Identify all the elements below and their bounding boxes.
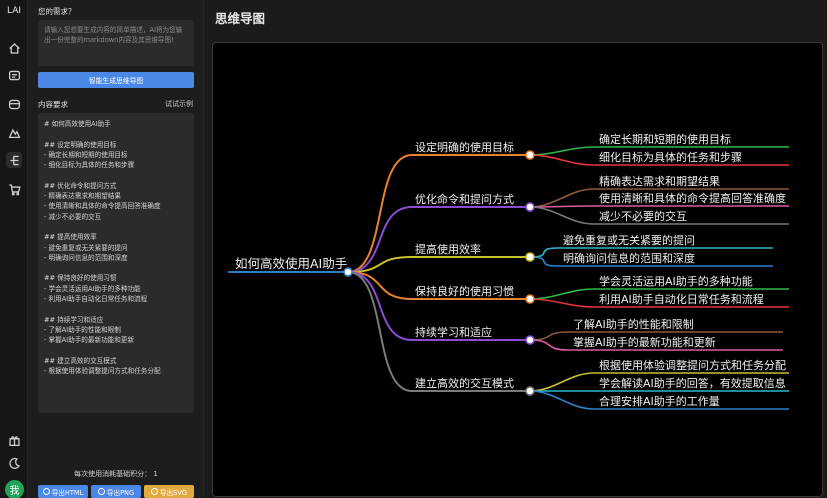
child-link [529, 298, 595, 308]
export-html-button[interactable]: 导出HTML [38, 485, 88, 498]
markdown-line: ## 提高使用效率 [44, 233, 97, 242]
markdown-line: - 掌握AI助手的最新功能和更新 [44, 336, 135, 345]
child-link [529, 205, 595, 208]
leaf-node: 合理安排AI助手的工作量 [599, 394, 720, 408]
gift-icon[interactable] [6, 432, 22, 448]
download-icon [97, 488, 105, 495]
markdown-line: ## 建立高效的交互模式 [44, 356, 117, 365]
markdown-line: - 明确询问信息的范围和深度 [44, 253, 128, 262]
branch-node: 持续学习和适应 [415, 325, 492, 339]
leaf-node: 避免重复或无关紧要的提问 [563, 233, 695, 247]
avatar[interactable]: 我 [5, 480, 24, 498]
leaf-node: 确定长期和短期的使用目标 [599, 132, 731, 146]
markdown-line: - 根据使用体验调整提问方式和任务分配 [44, 367, 161, 376]
mindmap-svg[interactable]: 如何高效使用AI助手 设定明确的使用目标 确定长期和短期的使用目标细化目标为具体的任… [213, 43, 823, 497]
leaf-node: 学会解读AI助手的回答，有效提取信息 [599, 376, 786, 390]
download-icon [42, 488, 50, 495]
child-link [529, 288, 595, 300]
page-title: 思维导图 [215, 11, 266, 26]
chat-icon[interactable] [6, 67, 22, 83]
leaf-node: 学会灵活运用AI助手的多种功能 [599, 274, 753, 288]
branch-node-dot [525, 202, 535, 212]
markdown-line: - 减少不必要的交互 [44, 212, 102, 221]
branch-node-dot [525, 252, 535, 262]
cost-text: 每次使用消耗基础积分： 1 [74, 470, 158, 478]
markdown-line [44, 222, 188, 232]
child-link [529, 372, 595, 392]
leaf-node: 减少不必要的交互 [599, 209, 687, 223]
mindmap-icon[interactable] [6, 152, 22, 168]
markdown-line: - 利用AI助手自动化日常任务和流程 [44, 295, 148, 304]
leaf-node: 了解AI助手的性能和限制 [573, 317, 694, 331]
export-png-button[interactable]: 导出PNG [91, 485, 141, 498]
cart-icon[interactable] [6, 181, 22, 197]
export-svg-label: 导出SVG [160, 488, 187, 497]
export-svg-button[interactable]: 导出SVG [144, 485, 194, 498]
leaf-node: 掌握AI助手的最新功能和更新 [573, 335, 716, 349]
branch-node: 优化命令和提问方式 [415, 192, 514, 206]
child-link [529, 390, 595, 410]
requirement-input[interactable]: 请输入您想要生成内容的简单描述，AI将为您输出一份完整的markdown内容及其… [38, 20, 194, 66]
input-panel: 您的需求？ 请输入您想要生成内容的简单描述，AI将为您输出一份完整的markdo… [28, 0, 204, 498]
branch-node: 设定明确的使用目标 [415, 140, 514, 154]
child-link [529, 206, 595, 225]
leaf-node: 根据使用体验调整提问方式和任务分配 [599, 358, 786, 372]
child-link [529, 146, 595, 156]
leaf-node: 利用AI助手自动化日常任务和流程 [599, 292, 764, 306]
markdown-line: - 了解AI助手的性能和限制 [44, 325, 121, 334]
markdown-line [44, 263, 188, 273]
leaf-node: 精确表达需求和期望结果 [599, 174, 720, 188]
leaf-node: 明确询问信息的范围和深度 [563, 251, 695, 265]
markdown-line: - 使用清晰和具体的命令提高回答准确度 [44, 202, 161, 211]
markdown-line: - 确定长期和短期的使用目标 [44, 150, 128, 159]
markdown-line: ## 保持良好的使用习惯 [44, 274, 117, 283]
markdown-line [44, 346, 188, 356]
content-label: 内容要求 [38, 100, 68, 109]
markdown-line: - 细化目标为具体的任务和步骤 [44, 161, 135, 170]
markdown-line: # 如何高效使用AI助手 [44, 120, 111, 128]
markdown-line: ## 持续学习和适应 [44, 315, 104, 324]
box-icon[interactable] [6, 96, 22, 112]
leaf-node: 使用清晰和具体的命令提高回答准确度 [599, 191, 786, 205]
try-example-link[interactable]: 试试示例 [165, 99, 193, 109]
moon-icon[interactable] [6, 455, 22, 471]
markdown-line: - 避免重复或无关紧要的提问 [44, 243, 128, 252]
chart-icon[interactable] [6, 124, 22, 140]
branch-node-dot [525, 294, 535, 304]
export-html-label: 导出HTML [51, 488, 84, 497]
child-link [529, 154, 595, 166]
root-node: 如何高效使用AI助手 [235, 256, 347, 271]
markdown-line: ## 优化命令和提问方式 [44, 181, 117, 190]
branch-link [347, 154, 413, 273]
branch-node-dot [525, 386, 535, 396]
download-icon [151, 488, 158, 495]
home-icon[interactable] [6, 40, 22, 56]
leaf-node: 细化目标为具体的任务和步骤 [599, 150, 742, 164]
root-node-dot [343, 267, 353, 277]
child-link [529, 331, 569, 341]
branch-node: 提高使用效率 [415, 242, 481, 256]
markdown-line: - 学会灵活运用AI助手的多种功能 [44, 284, 141, 293]
requirement-label: 您的需求？ [38, 7, 76, 16]
markdown-line [44, 304, 188, 314]
child-link [529, 188, 595, 208]
markdown-line [44, 129, 188, 139]
export-png-label: 导出PNG [106, 488, 135, 497]
child-link [529, 339, 569, 351]
markdown-editor[interactable]: # 如何高效使用AI助手 ## 设定明确的使用目标 - 确定长期和短期的使用目标 - … [38, 113, 194, 413]
branch-node: 建立高效的交互模式 [415, 376, 514, 390]
branch-node-dot [525, 150, 535, 160]
icon-rail: LAI 我 [0, 0, 28, 498]
branch-node: 保持良好的使用习惯 [415, 284, 514, 298]
markdown-line [44, 170, 188, 180]
markdown-line: ## 设定明确的使用目标 [44, 140, 117, 149]
app-root: LAI 我 您的需求？ 请输入您想要生成内容的简单描述，AI将为您输出一份完整的 [0, 0, 827, 498]
branch-node-dot [525, 335, 535, 345]
generate-mindmap-button[interactable]: 智能生成思维导图 [38, 72, 194, 88]
markdown-line: - 精确表达需求和期望结果 [44, 192, 122, 201]
mindmap-canvas[interactable]: 如何高效使用AI助手 设定明确的使用目标 确定长期和短期的使用目标 细化目标为具体的任… [212, 42, 823, 497]
branch-link [347, 271, 413, 392]
app-logo[interactable]: LAI [4, 6, 24, 16]
